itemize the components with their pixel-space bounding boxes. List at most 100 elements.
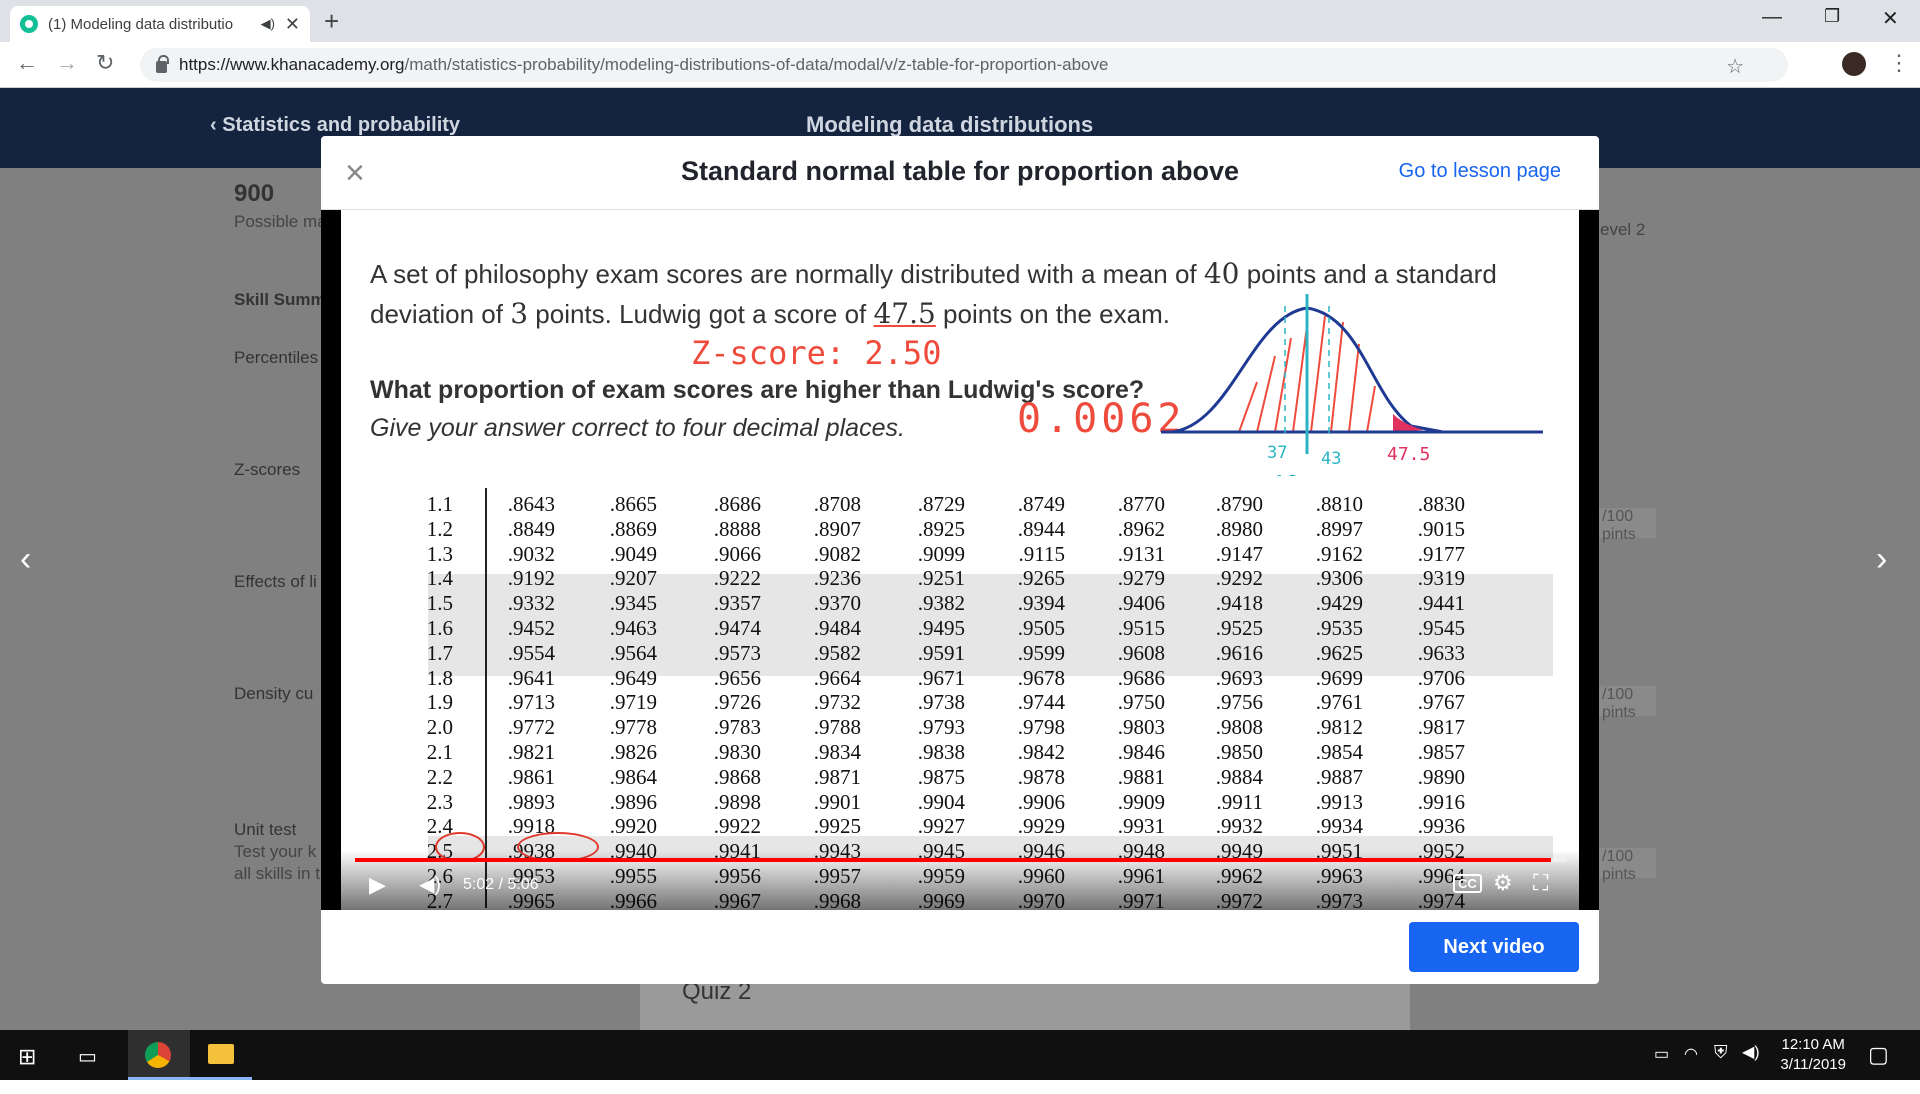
audio-playing-icon[interactable]: ◀) bbox=[261, 16, 275, 32]
sidebar-item-effects[interactable]: Effects of li bbox=[234, 572, 317, 592]
proportion-cell: .9808 bbox=[1215, 715, 1263, 740]
sidebar-item-percentiles[interactable]: Percentiles bbox=[234, 348, 318, 368]
speaker-icon[interactable]: ◀) bbox=[1742, 1042, 1760, 1092]
url-host: https://www.khanacademy.org bbox=[179, 55, 405, 74]
proportion-cell: .9713 bbox=[507, 690, 555, 715]
security-shield-icon[interactable]: ⛨ bbox=[1714, 1042, 1728, 1092]
proportion-cell: .9854 bbox=[1315, 740, 1363, 764]
video-player[interactable]: A set of philosophy exam scores are norm… bbox=[321, 210, 1599, 910]
proportion-cell: .8888 bbox=[713, 516, 761, 541]
proportion-cell: .8997 bbox=[1315, 516, 1363, 541]
proportion-cell: .9649 bbox=[609, 665, 657, 690]
maximize-icon[interactable]: ❐ bbox=[1824, 6, 1840, 27]
player-controls: ▶ ◀) 5:02 / 5:06 CC ⚙ ⛶ bbox=[321, 850, 1599, 910]
z-value-cell: 2.2 bbox=[426, 764, 453, 789]
proportion-cell: .9761 bbox=[1315, 690, 1363, 715]
proportion-cell: .9049 bbox=[609, 541, 657, 566]
profile-avatar[interactable] bbox=[1842, 52, 1866, 76]
label-43: 43 bbox=[1321, 449, 1341, 469]
proportion-cell: .9706 bbox=[1417, 665, 1465, 690]
new-tab-button[interactable]: + bbox=[324, 6, 339, 37]
system-clock[interactable]: 12:10 AM 3/11/2019 bbox=[1780, 1035, 1846, 1075]
settings-gear-icon[interactable]: ⚙ bbox=[1493, 870, 1513, 896]
proportion-cell: .8665 bbox=[609, 492, 657, 516]
proportion-cell: .8708 bbox=[813, 492, 861, 516]
sidebar-item-skill-summary[interactable]: Skill Summ bbox=[234, 290, 326, 310]
clock-date: 3/11/2019 bbox=[1780, 1056, 1846, 1073]
proportion-cell: .9878 bbox=[1017, 764, 1065, 789]
proportion-cell: .9082 bbox=[813, 541, 861, 566]
proportion-cell: .9887 bbox=[1315, 764, 1363, 789]
fullscreen-icon[interactable]: ⛶ bbox=[1533, 870, 1548, 896]
sidebar-item-zscores[interactable]: Z-scores bbox=[234, 460, 300, 480]
browser-tab[interactable]: (1) Modeling data distributio ◀) ✕ bbox=[10, 6, 310, 42]
proportion-cell: .9207 bbox=[609, 566, 657, 591]
proportion-cell: .8980 bbox=[1215, 516, 1263, 541]
proportion-cell: .9936 bbox=[1417, 814, 1465, 839]
breadcrumb[interactable]: ‹ Statistics and probability bbox=[210, 114, 460, 137]
proportion-cell: .9406 bbox=[1117, 591, 1165, 616]
forward-icon[interactable]: → bbox=[56, 50, 78, 76]
sidebar-item-unit-test[interactable]: Unit test bbox=[234, 820, 296, 840]
close-window-icon[interactable]: ✕ bbox=[1882, 6, 1899, 31]
prev-arrow-icon[interactable]: ‹ bbox=[20, 540, 31, 579]
next-video-button[interactable]: Next video bbox=[1409, 922, 1579, 972]
proportion-cell: .9738 bbox=[917, 690, 965, 715]
modal-footer: Next video bbox=[321, 910, 1599, 984]
proportion-cell: .9032 bbox=[507, 541, 555, 566]
time-display: 5:02 / 5:06 bbox=[463, 876, 539, 893]
proportion-cell: .9394 bbox=[1017, 591, 1065, 616]
proportion-cell: .9319 bbox=[1417, 566, 1465, 591]
proportion-cell: .9664 bbox=[813, 665, 861, 690]
proportion-cell: .8925 bbox=[917, 516, 965, 541]
problem-part-d: points on the exam. bbox=[935, 299, 1170, 329]
captions-icon[interactable]: CC bbox=[1453, 874, 1482, 893]
file-explorer-button[interactable] bbox=[190, 1030, 252, 1080]
proportion-cell: .9864 bbox=[609, 764, 657, 789]
progress-bar[interactable] bbox=[355, 858, 1567, 862]
proportion-cell: .9441 bbox=[1417, 591, 1465, 616]
windows-start-icon[interactable]: ⊞ bbox=[18, 1044, 36, 1094]
address-bar[interactable]: https://www.khanacademy.org/math/statist… bbox=[140, 48, 1788, 82]
bookmark-star-icon[interactable]: ☆ bbox=[1726, 54, 1744, 79]
task-view-icon[interactable]: ▭ bbox=[78, 1044, 97, 1094]
minimize-icon[interactable]: — bbox=[1762, 6, 1782, 29]
proportion-cell: .9881 bbox=[1117, 764, 1165, 789]
proportion-cell: .9306 bbox=[1315, 566, 1363, 591]
proportion-cell: .9699 bbox=[1315, 665, 1363, 690]
proportion-cell: .9772 bbox=[507, 715, 555, 740]
khan-academy-favicon-icon bbox=[20, 15, 38, 33]
proportion-cell: .8790 bbox=[1215, 492, 1263, 516]
sidebar-item-density[interactable]: Density cu bbox=[234, 684, 313, 704]
z-value-cell: 1.1 bbox=[426, 492, 453, 516]
proportion-cell: .9932 bbox=[1215, 814, 1263, 839]
z-value-cell: 1.3 bbox=[426, 541, 453, 566]
play-icon[interactable]: ▶ bbox=[369, 872, 386, 898]
notifications-icon[interactable]: ▢ bbox=[1868, 1042, 1889, 1092]
table-divider bbox=[485, 488, 487, 908]
proportion-cell: .9756 bbox=[1215, 690, 1263, 715]
proportion-cell: .9911 bbox=[1216, 789, 1263, 814]
level-label: evel 2 bbox=[1600, 220, 1646, 239]
wifi-icon[interactable]: ◠ bbox=[1684, 1044, 1698, 1094]
proportion-cell: .9251 bbox=[917, 566, 965, 591]
label-37: 37 bbox=[1267, 443, 1287, 463]
next-arrow-icon[interactable]: › bbox=[1876, 540, 1887, 579]
go-to-lesson-link[interactable]: Go to lesson page bbox=[1399, 160, 1561, 183]
reload-icon[interactable]: ↻ bbox=[96, 50, 114, 76]
problem-part-a: A set of philosophy exam scores are norm… bbox=[370, 259, 1204, 289]
close-tab-icon[interactable]: ✕ bbox=[285, 14, 300, 35]
video-modal: × Standard normal table for proportion a… bbox=[321, 136, 1599, 984]
tab-strip: (1) Modeling data distributio ◀) ✕ + — ❐… bbox=[0, 0, 1920, 42]
chrome-taskbar-button[interactable] bbox=[128, 1030, 190, 1080]
back-icon[interactable]: ← bbox=[16, 50, 38, 76]
proportion-cell: .9382 bbox=[917, 591, 965, 616]
menu-kebab-icon[interactable]: ⋮ bbox=[1888, 50, 1910, 76]
volume-icon[interactable]: ◀) bbox=[419, 872, 441, 897]
proportion-cell: .9898 bbox=[713, 789, 761, 814]
proportion-cell: .9726 bbox=[713, 690, 761, 715]
proportion-cell: .9861 bbox=[507, 764, 555, 789]
proportion-cell: .9850 bbox=[1215, 740, 1263, 764]
battery-icon[interactable]: ▭ bbox=[1654, 1044, 1669, 1094]
proportion-cell: .9821 bbox=[507, 740, 555, 764]
